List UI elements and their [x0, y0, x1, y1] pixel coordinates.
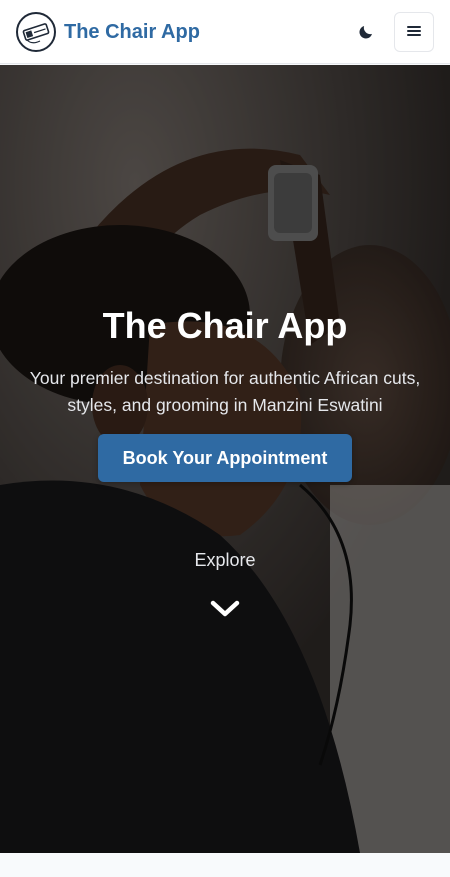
next-section-edge [0, 853, 450, 877]
explore-link[interactable]: Explore [0, 549, 450, 571]
menu-button[interactable] [394, 12, 434, 52]
hero-section: The Chair App Your premier destination f… [0, 65, 450, 853]
barber-logo-icon[interactable] [16, 12, 56, 52]
hero-title: The Chair App [102, 305, 348, 346]
hamburger-menu-icon [407, 25, 421, 40]
hero-subtitle: Your premier destination for authentic A… [29, 368, 421, 415]
brand-name[interactable]: The Chair App [64, 20, 200, 44]
moon-icon[interactable] [354, 20, 378, 44]
book-appointment-button[interactable]: Book Your Appointment [98, 434, 352, 482]
top-navbar: The Chair App [0, 0, 450, 64]
chevron-down-icon[interactable] [210, 599, 240, 619]
